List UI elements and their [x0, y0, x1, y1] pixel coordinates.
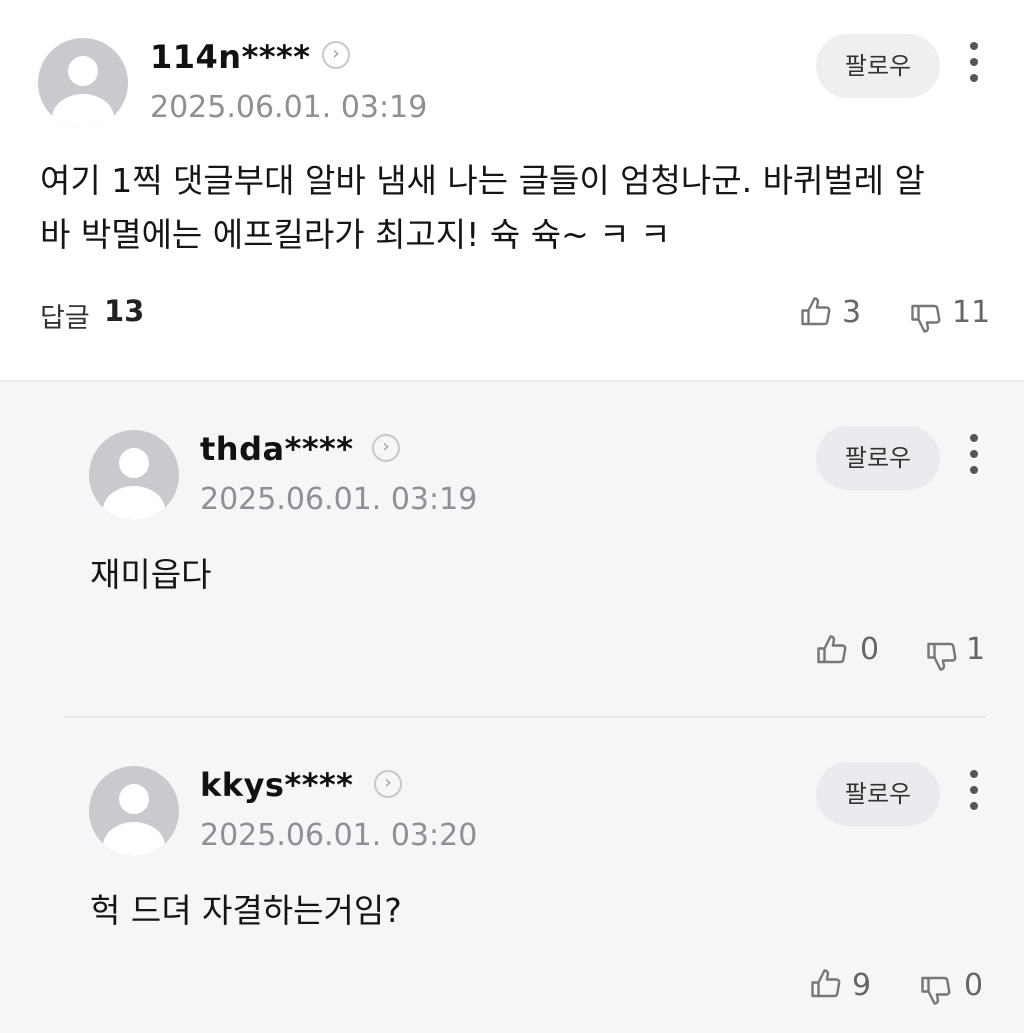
thumbs-up-icon[interactable] [798, 294, 834, 330]
comment: 114n**** › 2025.06.01. 03:19 팔로우 여기 1찍 댓… [0, 0, 1024, 380]
follow-button[interactable]: 팔로우 [816, 426, 940, 490]
more-vertical-icon[interactable] [967, 434, 981, 476]
reply-date: 2025.06.01. 03:19 [200, 482, 478, 517]
more-vertical-icon[interactable] [967, 770, 981, 812]
reply-text: 재미읍다 [90, 555, 212, 594]
like-count: 3 [842, 295, 862, 330]
more-vertical-icon[interactable] [967, 42, 981, 84]
thumbs-up-icon[interactable] [808, 966, 844, 1002]
reply-username[interactable]: kkys**** [200, 766, 353, 804]
reply-label[interactable]: 답글 [40, 296, 90, 335]
reply-text: 헉 드뎌 자결하는거임? [90, 891, 402, 930]
chevron-right-icon[interactable]: › [322, 41, 350, 69]
reply-date: 2025.06.01. 03:20 [200, 818, 478, 853]
reply-count[interactable]: 13 [104, 294, 144, 328]
avatar-icon[interactable] [89, 766, 179, 856]
thumbs-down-icon[interactable] [924, 638, 960, 674]
dislike-count: 1 [966, 632, 986, 667]
reply-username[interactable]: thda**** [200, 430, 354, 468]
dislike-count: 11 [952, 295, 991, 330]
dislike-count: 0 [964, 968, 984, 1003]
comment-date: 2025.06.01. 03:19 [150, 90, 428, 125]
avatar-icon[interactable] [38, 38, 128, 128]
follow-button[interactable]: 팔로우 [816, 762, 940, 826]
thumbs-up-icon[interactable] [814, 632, 850, 668]
comment-text: 여기 1찍 댓글부대 알바 냄새 나는 글들이 엄청나군. 바퀴벌레 알바 박멸… [40, 161, 925, 254]
thumbs-down-icon[interactable] [918, 972, 954, 1008]
like-count: 9 [852, 968, 872, 1003]
reply-divider [64, 716, 986, 718]
chevron-right-icon[interactable]: › [372, 434, 400, 462]
follow-button[interactable]: 팔로우 [816, 34, 940, 98]
comment-username[interactable]: 114n**** [150, 38, 311, 76]
thumbs-down-icon[interactable] [908, 300, 944, 336]
replies-section: thda**** › 2025.06.01. 03:19 팔로우 재미읍다 0 … [0, 382, 1024, 1033]
avatar-icon[interactable] [89, 430, 179, 520]
chevron-right-icon[interactable]: › [374, 770, 402, 798]
like-count: 0 [860, 632, 880, 667]
